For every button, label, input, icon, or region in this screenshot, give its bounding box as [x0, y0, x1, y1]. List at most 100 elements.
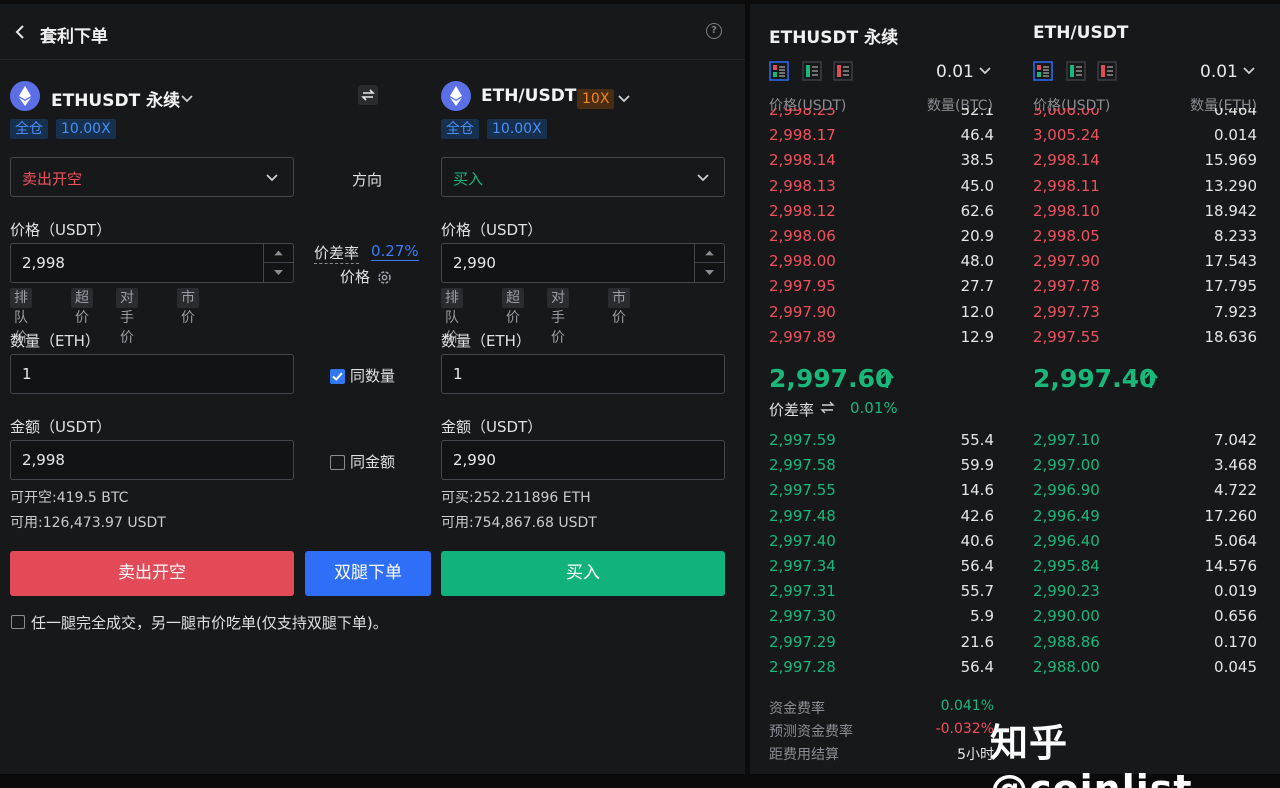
order-qty: 52.1: [960, 108, 994, 119]
ask-price: 3,005.24: [1033, 126, 1100, 145]
ask-row[interactable]: 2,998.14 15.969: [1033, 151, 1257, 173]
quick-price-counter[interactable]: 对手价: [116, 288, 138, 346]
chevron-down-icon[interactable]: [617, 92, 631, 106]
dual-order-button[interactable]: 双腿下单: [305, 551, 431, 596]
ask-row[interactable]: 2,998.17 46.4: [769, 126, 994, 148]
right-qty-input[interactable]: 1: [441, 354, 725, 394]
help-icon[interactable]: ?: [706, 23, 722, 39]
ask-row[interactable]: 2,998.13 45.0: [769, 177, 994, 199]
bid-row[interactable]: 2,997.55 14.6: [769, 481, 994, 503]
quick-price-counter[interactable]: 对手价: [547, 288, 569, 346]
ask-row[interactable]: 2,998.23 52.1: [769, 108, 994, 123]
bid-row[interactable]: 2,997.31 55.7: [769, 582, 994, 604]
price-stepper[interactable]: [694, 244, 724, 282]
same-qty-label[interactable]: 同数量: [350, 365, 395, 386]
right-direction-select[interactable]: 买入: [441, 157, 725, 197]
bid-row[interactable]: 2,997.00 3.468: [1033, 456, 1257, 478]
ask-row[interactable]: 2,998.00 48.0: [769, 252, 994, 274]
step-up-icon[interactable]: [695, 244, 724, 263]
bid-row[interactable]: 2,997.59 55.4: [769, 431, 994, 453]
ask-row[interactable]: 2,997.90 17.543: [1033, 252, 1257, 274]
ask-row[interactable]: 2,998.14 38.5: [769, 151, 994, 173]
bid-row[interactable]: 2,997.34 56.4: [769, 557, 994, 579]
bid-row[interactable]: 2,988.00 0.045: [1033, 658, 1257, 680]
swap-icon[interactable]: [357, 84, 379, 106]
bid-row[interactable]: 2,995.84 14.576: [1033, 557, 1257, 579]
same-amount-label[interactable]: 同金额: [350, 451, 395, 472]
left-amount-input[interactable]: 2,998: [10, 440, 294, 480]
right-symbol[interactable]: ETH/USDT: [481, 86, 576, 106]
ask-row[interactable]: 2,997.55 18.636: [1033, 328, 1257, 350]
ask-row[interactable]: 2,997.73 7.923: [1033, 303, 1257, 325]
ask-row[interactable]: 2,998.12 62.6: [769, 202, 994, 224]
left-direction-select[interactable]: 卖出开空: [10, 157, 294, 197]
step-down-icon[interactable]: [264, 263, 293, 282]
chevron-down-icon[interactable]: [978, 64, 992, 78]
leverage-chip[interactable]: 10.00X: [56, 119, 116, 139]
price-stepper[interactable]: [263, 244, 293, 282]
ask-row[interactable]: 2,998.05 8.233: [1033, 227, 1257, 249]
bid-row[interactable]: 2,996.90 4.722: [1033, 481, 1257, 503]
price-mode-label: 价格: [340, 268, 371, 286]
ask-row[interactable]: 3,005.24 0.014: [1033, 126, 1257, 148]
bid-row[interactable]: 2,996.40 5.064: [1033, 532, 1257, 554]
bid-row[interactable]: 2,997.29 21.6: [769, 633, 994, 655]
bid-row[interactable]: 2,990.23 0.019: [1033, 582, 1257, 604]
view-both-icon[interactable]: [769, 61, 789, 81]
same-qty-checkbox[interactable]: [330, 369, 345, 384]
left-symbol[interactable]: ETHUSDT 永续: [51, 86, 180, 111]
bid-row[interactable]: 2,997.58 59.9: [769, 456, 994, 478]
ask-row[interactable]: 2,997.90 12.0: [769, 303, 994, 325]
right-price-input[interactable]: 2,990: [441, 243, 725, 283]
bid-row[interactable]: 2,988.86 0.170: [1033, 633, 1257, 655]
view-both-icon[interactable]: [1033, 61, 1053, 81]
margin-mode-chip[interactable]: 全仓: [441, 119, 479, 139]
bid-row[interactable]: 2,997.10 7.042: [1033, 431, 1257, 453]
ask-row[interactable]: 2,998.11 13.290: [1033, 177, 1257, 199]
left-qty-input[interactable]: 1: [10, 354, 294, 394]
sell-short-button[interactable]: 卖出开空: [10, 551, 294, 596]
quick-price-over[interactable]: 超价: [502, 288, 524, 326]
back-arrow-icon[interactable]: [12, 23, 30, 41]
swap-icon[interactable]: [820, 400, 835, 415]
bid-row[interactable]: 2,997.48 42.6: [769, 507, 994, 529]
quick-price-market[interactable]: 市价: [177, 288, 199, 326]
quick-price-over[interactable]: 超价: [71, 288, 93, 326]
quick-price-queue[interactable]: 排队价: [441, 288, 463, 346]
quick-price-queue[interactable]: 排队价: [10, 288, 32, 346]
precision-select[interactable]: 0.01: [936, 62, 974, 82]
quick-price-market[interactable]: 市价: [608, 288, 630, 326]
ask-row[interactable]: 3,006.00 0.464: [1033, 108, 1257, 123]
view-asks-icon[interactable]: [833, 61, 853, 81]
left-price-input[interactable]: 2,998: [10, 243, 294, 283]
bid-row[interactable]: 2,997.40 40.6: [769, 532, 994, 554]
right-amount-input[interactable]: 2,990: [441, 440, 725, 480]
spread-value[interactable]: 0.27%: [371, 242, 419, 261]
gear-icon[interactable]: [376, 269, 393, 286]
chevron-down-icon[interactable]: [1242, 64, 1256, 78]
chevron-down-icon[interactable]: [180, 92, 194, 106]
ask-row[interactable]: 2,998.06 20.9: [769, 227, 994, 249]
bid-row[interactable]: 2,997.30 5.9: [769, 607, 994, 629]
bid-row[interactable]: 2,996.49 17.260: [1033, 507, 1257, 529]
leverage-chip[interactable]: 10.00X: [487, 119, 547, 139]
ask-row[interactable]: 2,997.89 12.9: [769, 328, 994, 350]
funding-rate-label: 资金费率: [769, 701, 825, 717]
same-amount-checkbox[interactable]: [330, 455, 345, 470]
margin-mode-chip[interactable]: 全仓: [10, 119, 48, 139]
ask-row[interactable]: 2,998.10 18.942: [1033, 202, 1257, 224]
view-asks-icon[interactable]: [1097, 61, 1117, 81]
step-up-icon[interactable]: [264, 244, 293, 263]
buy-button[interactable]: 买入: [441, 551, 725, 596]
step-down-icon[interactable]: [695, 263, 724, 282]
precision-select[interactable]: 0.01: [1200, 62, 1238, 82]
bid-price: 2,997.55: [769, 481, 836, 500]
bid-row[interactable]: 2,990.00 0.656: [1033, 607, 1257, 629]
view-bids-icon[interactable]: [802, 61, 822, 81]
bid-row[interactable]: 2,997.28 56.4: [769, 658, 994, 680]
ask-row[interactable]: 2,997.95 27.7: [769, 277, 994, 299]
auto-market-label[interactable]: 任一腿完全成交，另一腿市价吃单(仅支持双腿下单)。: [31, 612, 388, 633]
ask-row[interactable]: 2,997.78 17.795: [1033, 277, 1257, 299]
view-bids-icon[interactable]: [1066, 61, 1086, 81]
auto-market-checkbox[interactable]: [11, 615, 25, 629]
